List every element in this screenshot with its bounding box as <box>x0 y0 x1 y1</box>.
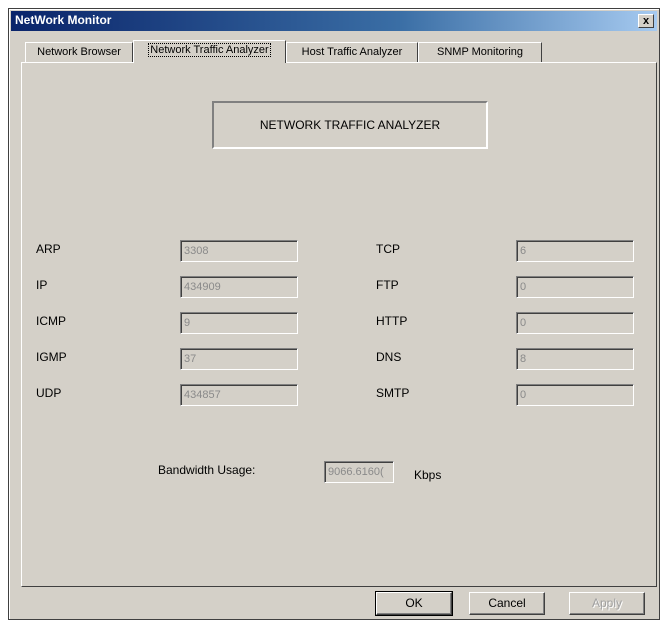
arp-count-field: 3308 <box>180 240 298 262</box>
smtp-label: SMTP <box>376 386 410 400</box>
ok-button[interactable]: OK <box>375 591 453 616</box>
apply-button[interactable]: Apply <box>569 592 645 615</box>
icmp-count-field: 9 <box>180 312 298 334</box>
close-button[interactable]: x <box>638 14 654 28</box>
tab-label: Host Traffic Analyzer <box>301 46 403 58</box>
tcp-label: TCP <box>376 242 400 256</box>
tab-label: Network Browser <box>37 46 121 58</box>
dns-label: DNS <box>376 350 402 364</box>
tab-host-traffic-analyzer[interactable]: Host Traffic Analyzer <box>286 42 418 62</box>
panel-heading: NETWORK TRAFFIC ANALYZER <box>212 101 488 149</box>
http-label: HTTP <box>376 314 408 328</box>
icmp-label: ICMP <box>36 314 66 328</box>
ip-label: IP <box>36 278 48 292</box>
bandwidth-usage-label: Bandwidth Usage: <box>158 463 256 477</box>
igmp-count-field: 37 <box>180 348 298 370</box>
ftp-label: FTP <box>376 278 399 292</box>
tcp-count-field: 6 <box>516 240 634 262</box>
http-count-field: 0 <box>516 312 634 334</box>
tab-panel-network-traffic-analyzer: NETWORK TRAFFIC ANALYZER ARP 3308 IP 434… <box>21 62 657 587</box>
smtp-count-field: 0 <box>516 384 634 406</box>
tab-network-browser[interactable]: Network Browser <box>25 42 133 62</box>
network-monitor-window: NetWork Monitor x Network Browser Networ… <box>8 8 660 620</box>
ftp-count-field: 0 <box>516 276 634 298</box>
bandwidth-usage-field: 9066.6160( <box>324 461 394 483</box>
tab-label: SNMP Monitoring <box>437 46 523 58</box>
udp-label: UDP <box>36 386 62 400</box>
window-title: NetWork Monitor <box>15 13 112 27</box>
tab-network-traffic-analyzer[interactable]: Network Traffic Analyzer <box>133 40 286 63</box>
arp-label: ARP <box>36 242 61 256</box>
udp-count-field: 434857 <box>180 384 298 406</box>
ip-count-field: 434909 <box>180 276 298 298</box>
bandwidth-unit-label: Kbps <box>414 468 442 482</box>
cancel-button[interactable]: Cancel <box>469 592 545 615</box>
tab-label: Network Traffic Analyzer <box>148 43 271 57</box>
tab-snmp-monitoring[interactable]: SNMP Monitoring <box>418 42 542 62</box>
dns-count-field: 8 <box>516 348 634 370</box>
title-bar[interactable]: NetWork Monitor x <box>11 11 657 31</box>
igmp-label: IGMP <box>36 350 67 364</box>
